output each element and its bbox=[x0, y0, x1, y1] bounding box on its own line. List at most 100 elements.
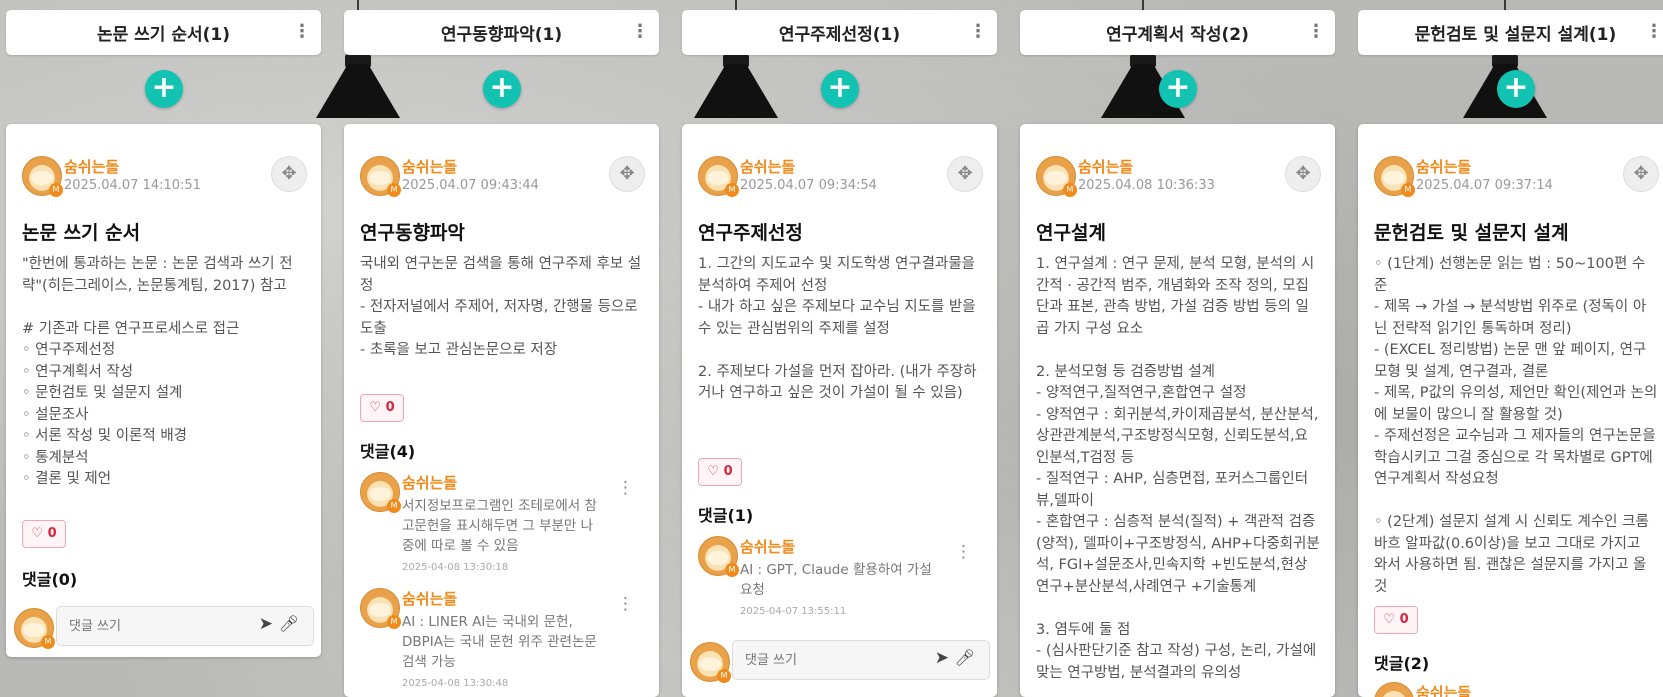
microphone-icon[interactable]: 🎤︎ bbox=[955, 648, 975, 667]
column-menu-icon[interactable]: ⋮ bbox=[969, 22, 987, 42]
move-icon[interactable]: ✥ bbox=[271, 156, 307, 192]
comment-menu-icon[interactable]: ⋮ bbox=[955, 542, 972, 562]
like-button[interactable]: ♡ 0 bbox=[1374, 606, 1418, 634]
comment: M 숨쉬는돌 bbox=[1374, 682, 1663, 697]
comment-text: AI : LINER AI는 국내외 문헌, DBPIA는 국내 문헌 위주 관… bbox=[402, 614, 597, 670]
post-card[interactable]: M 숨쉬는돌 2025.04.07 09:34:54 ✥ 연구주제선정 1. 그… bbox=[682, 124, 997, 697]
move-icon[interactable]: ✥ bbox=[947, 156, 983, 192]
add-post-button[interactable]: + bbox=[821, 70, 859, 108]
board-column: 연구주제선정(1) ⋮ + M 숨쉬는돌 2025.04.07 09:34:54… bbox=[682, 0, 997, 697]
comment-date: 2025-04-08 13:30:48 bbox=[402, 678, 509, 689]
comment-count: 댓글(1) bbox=[698, 506, 754, 525]
comment-input[interactable] bbox=[67, 615, 241, 637]
column-header: 연구주제선정(1) ⋮ bbox=[682, 10, 997, 55]
board-column: 논문 쓰기 순서(1) ⋮ + M 숨쉬는돌 2025.04.07 14:10:… bbox=[6, 0, 321, 697]
send-icon[interactable]: ➤ bbox=[259, 614, 273, 634]
comment-date: 2025-04-07 13:55:11 bbox=[740, 606, 847, 617]
board-column: 문헌검토 및 설문지 설계(1) ⋮ + M 숨쉬는돌 2025.04.07 0… bbox=[1358, 0, 1663, 697]
comment: M 숨쉬는돌 AI : LINER AI는 국내외 문헌, DBPIA는 국내 … bbox=[360, 588, 650, 697]
post-body: 1. 연구설계 : 연구 문제, 분석 모형, 분석의 시간적 · 공간적 범주… bbox=[1036, 256, 1320, 681]
avatar: M bbox=[360, 472, 401, 513]
like-button[interactable]: ♡ 0 bbox=[698, 458, 742, 486]
comment-field[interactable]: ➤ 🎤︎ bbox=[732, 640, 990, 680]
post-date: 2025.04.07 09:43:44 bbox=[402, 178, 539, 193]
comment: M 숨쉬는돌 서지정보프로그램인 조테로에서 참고문헌을 표시해두면 그 부분만… bbox=[360, 472, 650, 582]
add-post-button[interactable]: + bbox=[1497, 70, 1535, 108]
avatar: M bbox=[690, 642, 731, 683]
column-header: 논문 쓰기 순서(1) ⋮ bbox=[6, 10, 321, 55]
column-menu-icon[interactable]: ⋮ bbox=[631, 22, 649, 42]
avatar: M bbox=[22, 156, 63, 197]
column-title: 연구주제선정(1) bbox=[778, 25, 901, 45]
comment-date: 2025-04-08 13:30:18 bbox=[402, 562, 509, 573]
comment-menu-icon[interactable]: ⋮ bbox=[617, 594, 634, 614]
post-author: 숨쉬는돌 bbox=[402, 158, 458, 176]
like-button[interactable]: ♡ 0 bbox=[22, 520, 66, 548]
column-title: 문헌검토 및 설문지 설계(1) bbox=[1414, 25, 1617, 45]
post-author: 숨쉬는돌 bbox=[1416, 158, 1472, 176]
post-card[interactable]: M 숨쉬는돌 2025.04.07 09:43:44 ✥ 연구동향파악 국내외 … bbox=[344, 124, 659, 697]
post-title: 논문 쓰기 순서 bbox=[22, 222, 141, 244]
comment-text: 서지정보프로그램인 조테로에서 참고문헌을 표시해두면 그 부분만 나중에 따로… bbox=[402, 498, 597, 554]
avatar: M bbox=[360, 156, 401, 197]
column-header: 연구계획서 작성(2) ⋮ bbox=[1020, 10, 1335, 55]
column-title: 연구동향파악(1) bbox=[440, 25, 563, 45]
column-title: 논문 쓰기 순서(1) bbox=[96, 25, 231, 45]
comment: M 숨쉬는돌 AI : GPT, Claude 활용하여 가설 요청 ⋮ 202… bbox=[698, 536, 988, 626]
post-title: 연구주제선정 bbox=[698, 222, 803, 244]
post-author: 숨쉬는돌 bbox=[740, 158, 796, 176]
post-date: 2025.04.08 10:36:33 bbox=[1078, 178, 1215, 193]
move-icon[interactable]: ✥ bbox=[1285, 156, 1321, 192]
comment-text: AI : GPT, Claude 활용하여 가설 요청 bbox=[740, 562, 932, 598]
column-menu-icon[interactable]: ⋮ bbox=[293, 22, 311, 42]
post-card[interactable]: M 숨쉬는돌 2025.04.07 14:10:51 ✥ 논문 쓰기 순서 "한… bbox=[6, 124, 321, 657]
microphone-icon[interactable]: 🎤︎ bbox=[279, 614, 299, 633]
add-post-button[interactable]: + bbox=[1159, 70, 1197, 108]
post-body: ◦ (1단계) 선행논문 읽는 법 : 50~100편 수준 - 제목 → 가설… bbox=[1374, 256, 1658, 595]
comment-count: 댓글(0) bbox=[22, 570, 78, 589]
like-count: 0 bbox=[385, 400, 395, 415]
post-title: 연구동향파악 bbox=[360, 222, 465, 244]
comment-author: 숨쉬는돌 bbox=[402, 590, 458, 608]
post-title: 문헌검토 및 설문지 설계 bbox=[1374, 222, 1569, 244]
post-body: 국내외 연구논문 검색을 통해 연구주제 후보 설정 - 전자저널에서 주제어,… bbox=[360, 256, 642, 358]
comment-input[interactable] bbox=[743, 649, 917, 671]
comment-menu-icon[interactable]: ⋮ bbox=[617, 478, 634, 498]
like-button[interactable]: ♡ 0 bbox=[360, 394, 404, 422]
column-header: 문헌검토 및 설문지 설계(1) ⋮ bbox=[1358, 10, 1663, 55]
comment-author: 숨쉬는돌 bbox=[740, 538, 796, 556]
post-body: 1. 그간의 지도교수 및 지도학생 연구결과물을 분석하여 주제어 선정 - … bbox=[698, 256, 977, 401]
post-author: 숨쉬는돌 bbox=[1078, 158, 1134, 176]
like-count: 0 bbox=[47, 526, 57, 541]
avatar: M bbox=[14, 608, 55, 649]
avatar: M bbox=[698, 536, 739, 577]
post-card[interactable]: M 숨쉬는돌 2025.04.08 10:36:33 ✥ 연구설계 1. 연구설… bbox=[1020, 124, 1335, 697]
comment-input-row: M ➤ 🎤︎ bbox=[14, 606, 314, 649]
add-post-button[interactable]: + bbox=[483, 70, 521, 108]
move-icon[interactable]: ✥ bbox=[1623, 156, 1659, 192]
move-icon[interactable]: ✥ bbox=[609, 156, 645, 192]
avatar: M bbox=[360, 588, 401, 629]
post-card[interactable]: M 숨쉬는돌 2025.04.07 09:37:14 ✥ 문헌검토 및 설문지 … bbox=[1358, 124, 1663, 697]
comment-field[interactable]: ➤ 🎤︎ bbox=[56, 606, 314, 646]
post-date: 2025.04.07 09:37:14 bbox=[1416, 178, 1553, 193]
column-menu-icon[interactable]: ⋮ bbox=[1307, 22, 1325, 42]
comment-count: 댓글(4) bbox=[360, 442, 416, 461]
column-title: 연구계획서 작성(2) bbox=[1106, 25, 1249, 45]
board-column: 연구계획서 작성(2) ⋮ + M 숨쉬는돌 2025.04.08 10:36:… bbox=[1020, 0, 1335, 697]
post-author: 숨쉬는돌 bbox=[64, 158, 120, 176]
send-icon[interactable]: ➤ bbox=[935, 648, 949, 668]
comment-author: 숨쉬는돌 bbox=[402, 474, 458, 492]
board-column: 연구동향파악(1) ⋮ + M 숨쉬는돌 2025.04.07 09:43:44… bbox=[344, 0, 659, 697]
post-body: "한번에 통과하는 논문 : 논문 검색과 쓰기 전략"(히든그레이스, 논문통… bbox=[22, 256, 293, 487]
avatar: M bbox=[698, 156, 739, 197]
post-date: 2025.04.07 09:34:54 bbox=[740, 178, 877, 193]
add-post-button[interactable]: + bbox=[145, 70, 183, 108]
column-header: 연구동향파악(1) ⋮ bbox=[344, 10, 659, 55]
like-count: 0 bbox=[1399, 612, 1409, 627]
like-count: 0 bbox=[723, 464, 733, 479]
post-date: 2025.04.07 14:10:51 bbox=[64, 178, 201, 193]
column-menu-icon[interactable]: ⋮ bbox=[1645, 22, 1663, 42]
post-title: 연구설계 bbox=[1036, 222, 1106, 244]
avatar: M bbox=[1374, 156, 1415, 197]
